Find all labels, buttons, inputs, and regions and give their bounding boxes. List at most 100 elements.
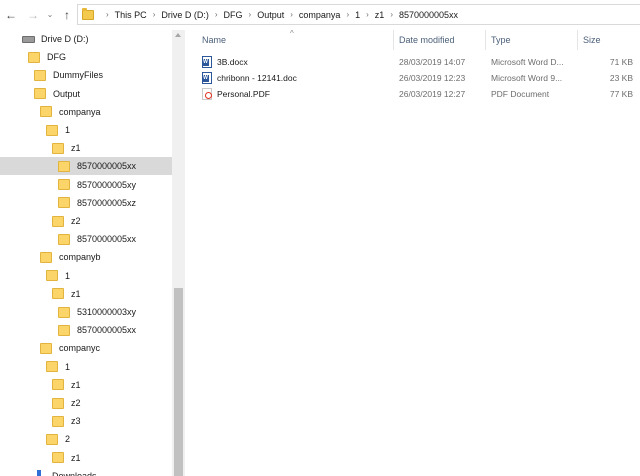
file-type: Microsoft Word 9... xyxy=(491,73,563,83)
folder-icon xyxy=(58,324,70,336)
pdf-document-icon xyxy=(202,88,212,100)
folder-icon xyxy=(52,288,64,300)
folder-icon xyxy=(40,251,52,263)
forward-button[interactable]: → xyxy=(26,7,40,23)
column-divider[interactable] xyxy=(577,30,578,50)
tree-item[interactable]: companyc xyxy=(0,339,172,357)
tree-item[interactable]: DummyFiles xyxy=(0,66,172,84)
tree-item-label: 1 xyxy=(65,270,71,281)
folder-icon xyxy=(52,142,64,154)
tree-item[interactable]: 8570000005xx xyxy=(0,321,172,339)
recent-locations-button[interactable]: ⌄ xyxy=(45,7,55,23)
file-date-modified: 28/03/2019 14:07 xyxy=(399,57,466,67)
breadcrumb-item[interactable]: DFG xyxy=(224,10,243,20)
tree-item-label: companyc xyxy=(59,343,101,354)
breadcrumb-item[interactable]: This PC xyxy=(115,10,147,20)
address-bar[interactable]: › This PC › Drive D (D:) › DFG › Output › company… xyxy=(77,4,640,25)
drive-icon xyxy=(22,35,35,43)
up-button[interactable]: ↑ xyxy=(60,7,74,23)
column-header-type[interactable]: Type xyxy=(491,30,577,50)
file-name-cell: 3B.docx xyxy=(202,54,392,70)
tree-item-label: z1 xyxy=(71,379,81,390)
tree-item-label: z2 xyxy=(71,216,81,226)
tree-item[interactable]: 8570000005xy xyxy=(0,176,172,194)
tree-item[interactable]: z1 xyxy=(0,449,172,467)
file-row[interactable]: chribonn - 12141.doc 26/03/2019 12:23 Micr… xyxy=(192,70,640,86)
tree-item[interactable]: 1 xyxy=(0,121,172,139)
tree-item[interactable]: z2 xyxy=(0,212,172,230)
tree-item[interactable]: z1 xyxy=(0,285,172,303)
folder-tree: Drive D (D:) DFG DummyFiles Output companya 1… xyxy=(0,30,172,476)
file-row[interactable]: Personal.PDF 26/03/2019 12:27 PDF Document… xyxy=(192,86,640,102)
file-type: Microsoft Word D... xyxy=(491,57,564,67)
tree-item[interactable]: 1 xyxy=(0,358,172,376)
breadcrumb-separator-icon[interactable]: › xyxy=(366,10,369,19)
navigation-scrollbar[interactable] xyxy=(172,30,185,476)
scrollbar-thumb[interactable] xyxy=(174,288,183,476)
tree-item[interactable]: DFG xyxy=(0,48,172,66)
breadcrumb-item[interactable]: Drive D (D:) xyxy=(161,10,209,20)
breadcrumb-separator-icon[interactable]: › xyxy=(106,10,109,19)
scroll-up-icon[interactable] xyxy=(175,33,181,37)
column-header-name[interactable]: Name xyxy=(202,30,392,50)
column-header-date[interactable]: Date modified xyxy=(399,30,487,50)
column-header-size[interactable]: Size xyxy=(583,30,633,50)
folder-icon xyxy=(58,160,70,172)
folder-icon xyxy=(52,215,64,227)
breadcrumb-item[interactable]: Output xyxy=(257,10,284,20)
tree-item[interactable]: Output xyxy=(0,85,172,103)
tree-item[interactable]: companya xyxy=(0,103,172,121)
tree-item-label: 8570000005xx xyxy=(77,234,137,245)
tree-item[interactable]: Drive D (D:) xyxy=(0,30,172,48)
address-bar-row: ← → ⌄ ↑ › This PC › Drive D (D:) › DFG › Output… xyxy=(0,0,640,30)
column-size-label: Size xyxy=(583,35,601,45)
tree-item[interactable]: companyb xyxy=(0,248,172,266)
sort-ascending-icon: ^ xyxy=(290,29,294,38)
tree-item-label: z1 xyxy=(71,452,81,463)
tree-item-label: 8570000005xx xyxy=(77,325,137,336)
breadcrumb-separator-icon[interactable]: › xyxy=(249,10,252,19)
breadcrumb-separator-icon[interactable]: › xyxy=(390,10,393,19)
tree-item[interactable]: z2 xyxy=(0,394,172,412)
breadcrumb-separator-icon[interactable]: › xyxy=(215,10,218,19)
tree-item[interactable]: z1 xyxy=(0,376,172,394)
tree-item-label: z3 xyxy=(71,416,81,427)
back-button[interactable]: ← xyxy=(4,7,18,23)
tree-item-label: DFG xyxy=(47,52,66,63)
tree-item[interactable]: Downloads xyxy=(0,467,172,476)
tree-item[interactable]: 8570000005xx xyxy=(0,157,172,176)
tree-item-label: 2 xyxy=(65,434,71,445)
tree-item[interactable]: 2 xyxy=(0,430,172,448)
breadcrumb-separator-icon[interactable]: › xyxy=(153,10,156,19)
tree-item[interactable]: 1 xyxy=(0,267,172,285)
arrow-right-icon: → xyxy=(27,8,39,22)
folder-icon xyxy=(52,415,64,427)
file-size: 23 KB xyxy=(609,73,633,83)
tree-item-label: companya xyxy=(59,106,101,117)
column-divider[interactable] xyxy=(485,30,486,50)
folder-icon xyxy=(46,124,58,136)
column-divider[interactable] xyxy=(393,30,394,50)
file-name: 3B.docx xyxy=(217,57,248,67)
tree-item[interactable]: z1 xyxy=(0,139,172,157)
breadcrumb-item[interactable]: 8570000005xx xyxy=(399,10,458,20)
file-date-modified: 26/03/2019 12:23 xyxy=(399,73,466,83)
folder-icon xyxy=(52,397,64,409)
tree-item[interactable]: 5310000003xy xyxy=(0,303,172,321)
tree-item[interactable]: 8570000005xz xyxy=(0,194,172,212)
breadcrumb-separator-icon[interactable]: › xyxy=(290,10,293,19)
tree-item-label: companyb xyxy=(59,252,101,263)
folder-icon xyxy=(82,7,94,20)
tree-item[interactable]: 8570000005xx xyxy=(0,230,172,248)
folder-icon xyxy=(28,51,40,63)
tree-item[interactable]: z3 xyxy=(0,412,172,430)
tree-item-label: DummyFiles xyxy=(53,70,104,81)
breadcrumb-item[interactable]: companya xyxy=(299,10,341,20)
breadcrumb-item[interactable]: 1 xyxy=(355,10,360,20)
breadcrumb-item[interactable]: z1 xyxy=(375,10,385,20)
breadcrumb-separator-icon[interactable]: › xyxy=(346,10,349,19)
file-row[interactable]: 3B.docx 28/03/2019 14:07 Microsoft Word D.… xyxy=(192,54,640,70)
folder-icon xyxy=(58,197,70,209)
folder-icon xyxy=(52,452,64,464)
file-name: chribonn - 12141.doc xyxy=(217,73,297,83)
